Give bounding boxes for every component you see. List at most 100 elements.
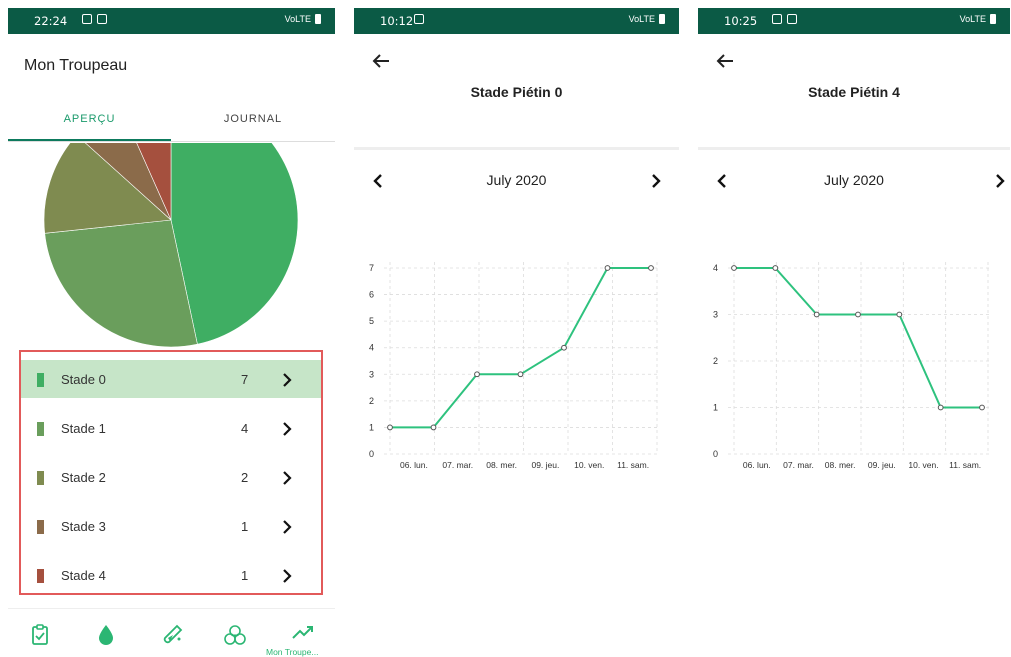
x-tick-label: 06. lun. [743,460,771,470]
y-tick-label: 3 [369,369,374,379]
check-box-icon [414,14,424,24]
chevron-right-icon[interactable] [277,517,297,537]
stage-color-swatch [37,422,44,436]
image-icon [772,14,782,24]
stage-label: Stade 1 [61,421,106,436]
x-tick-label: 08. mer. [825,460,856,470]
data-point[interactable] [772,265,779,271]
y-tick-label: 2 [369,396,374,406]
stage-count: 2 [241,470,249,485]
data-point[interactable] [474,371,480,378]
biohazard-icon[interactable] [221,621,249,649]
status-time: 10:12 [380,14,414,28]
stage-row[interactable]: Stade 0 7 [21,360,321,398]
chevron-right-icon[interactable] [277,566,297,586]
line-chart-stade-4: 0 1 2 3 4 06. lun. 07. mar. 08. mer. 09. jeu. 10.… [713,262,990,470]
tab-bar: APERÇU JOURNAL [8,104,335,142]
data-point[interactable] [604,265,611,271]
data-point[interactable] [561,344,567,351]
page-title: Stade Piétin 4 [808,84,900,100]
stage-count: 7 [241,372,249,387]
data-point[interactable] [937,404,944,411]
battery-icon [990,14,996,24]
y-tick-label: 6 [369,290,374,300]
y-tick-label: 0 [369,449,374,459]
stage-row[interactable]: Stade 2 2 [21,458,321,496]
data-point[interactable] [430,424,437,431]
pie-slice-stade-1[interactable] [44,219,198,348]
status-time: 10:25 [724,14,758,28]
stage-pie-chart [43,143,299,348]
chevron-right-icon[interactable] [990,170,1010,192]
data-point[interactable] [855,311,861,318]
y-tick-label: 1 [713,403,718,413]
data-point[interactable] [896,311,903,318]
chevron-right-icon[interactable] [646,170,666,192]
data-point[interactable] [387,424,393,431]
x-tick-label: 09. jeu. [531,460,559,470]
chevron-right-icon[interactable] [277,419,297,439]
y-tick-label: 0 [713,449,718,459]
stage-label: Stade 2 [61,470,106,485]
month-label: July 2020 [824,172,884,188]
stage-label: Stade 4 [61,568,106,583]
chevron-right-icon[interactable] [277,370,297,390]
data-point[interactable] [648,265,654,271]
app-title: Mon Troupeau [24,57,128,74]
battery-icon [659,14,665,24]
y-tick-label: 4 [713,263,718,273]
header-divider [354,147,679,150]
stage-row[interactable]: Stade 4 1 [21,556,321,594]
x-tick-label: 11. sam. [949,460,981,470]
test-tube-icon[interactable] [158,621,186,649]
check-box-icon [97,14,107,24]
y-tick-label: 1 [369,422,374,432]
x-tick-label: 08. mer. [486,460,517,470]
status-bar: 22:24 VoLTE [8,8,335,34]
x-tick-label: 11. sam. [617,460,649,470]
chevron-right-icon[interactable] [277,468,297,488]
screen-stade-pietin-0: 10:12 VoLTE Stade Piétin 0 July 2020 0 1 2… [354,8,679,657]
header-divider [698,147,1010,150]
stage-color-swatch [37,569,44,583]
series-line [734,267,982,409]
screen-stade-pietin-4: 10:25 VoLTE Stade Piétin 4 July 2020 0 1 2… [698,8,1010,657]
image-icon [82,14,92,24]
tab-apercu[interactable]: APERÇU [8,104,171,142]
stage-color-swatch [37,520,44,534]
battery-icon [315,14,321,24]
stage-color-swatch [37,373,44,387]
month-label: July 2020 [486,172,547,188]
month-selector: July 2020 [354,168,679,196]
status-bar: 10:25 VoLTE [698,8,1010,34]
x-tick-label: 10. ven. [908,460,938,470]
tab-journal[interactable]: JOURNAL [171,104,335,142]
line-chart-stade-0: 0 1 2 3 4 5 6 7 06. lun. 07. mar. 08. mer. 09. jeu.… [369,262,659,470]
stage-row[interactable]: Stade 3 1 [21,507,321,545]
x-tick-label: 10. ven. [574,460,604,470]
back-arrow-icon[interactable] [714,50,736,72]
series-line [390,267,651,429]
y-tick-label: 4 [369,343,374,353]
tabs-divider [8,141,335,142]
clipboard-check-icon[interactable] [26,621,54,649]
data-point[interactable] [517,371,524,378]
drop-icon[interactable] [92,621,120,649]
nav-label-mon-troupeau[interactable]: Mon Troupe... [266,647,318,657]
stage-color-swatch [37,471,44,485]
status-bar: 10:12 VoLTE [354,8,679,34]
stage-count: 1 [241,519,249,534]
data-point[interactable] [813,311,820,318]
stage-row[interactable]: Stade 1 4 [21,409,321,447]
bottom-navigation: Mon Troupe... [8,608,335,657]
y-tick-label: 7 [369,263,374,273]
trending-up-icon[interactable] [289,619,317,647]
data-point[interactable] [731,265,737,271]
network-indicator: VoLTE [628,14,655,24]
x-tick-label: 07. mar. [783,460,814,470]
data-point[interactable] [979,404,985,411]
stage-count: 4 [241,421,249,436]
status-time: 22:24 [34,14,68,28]
back-arrow-icon[interactable] [370,50,392,72]
y-tick-label: 3 [713,310,718,320]
